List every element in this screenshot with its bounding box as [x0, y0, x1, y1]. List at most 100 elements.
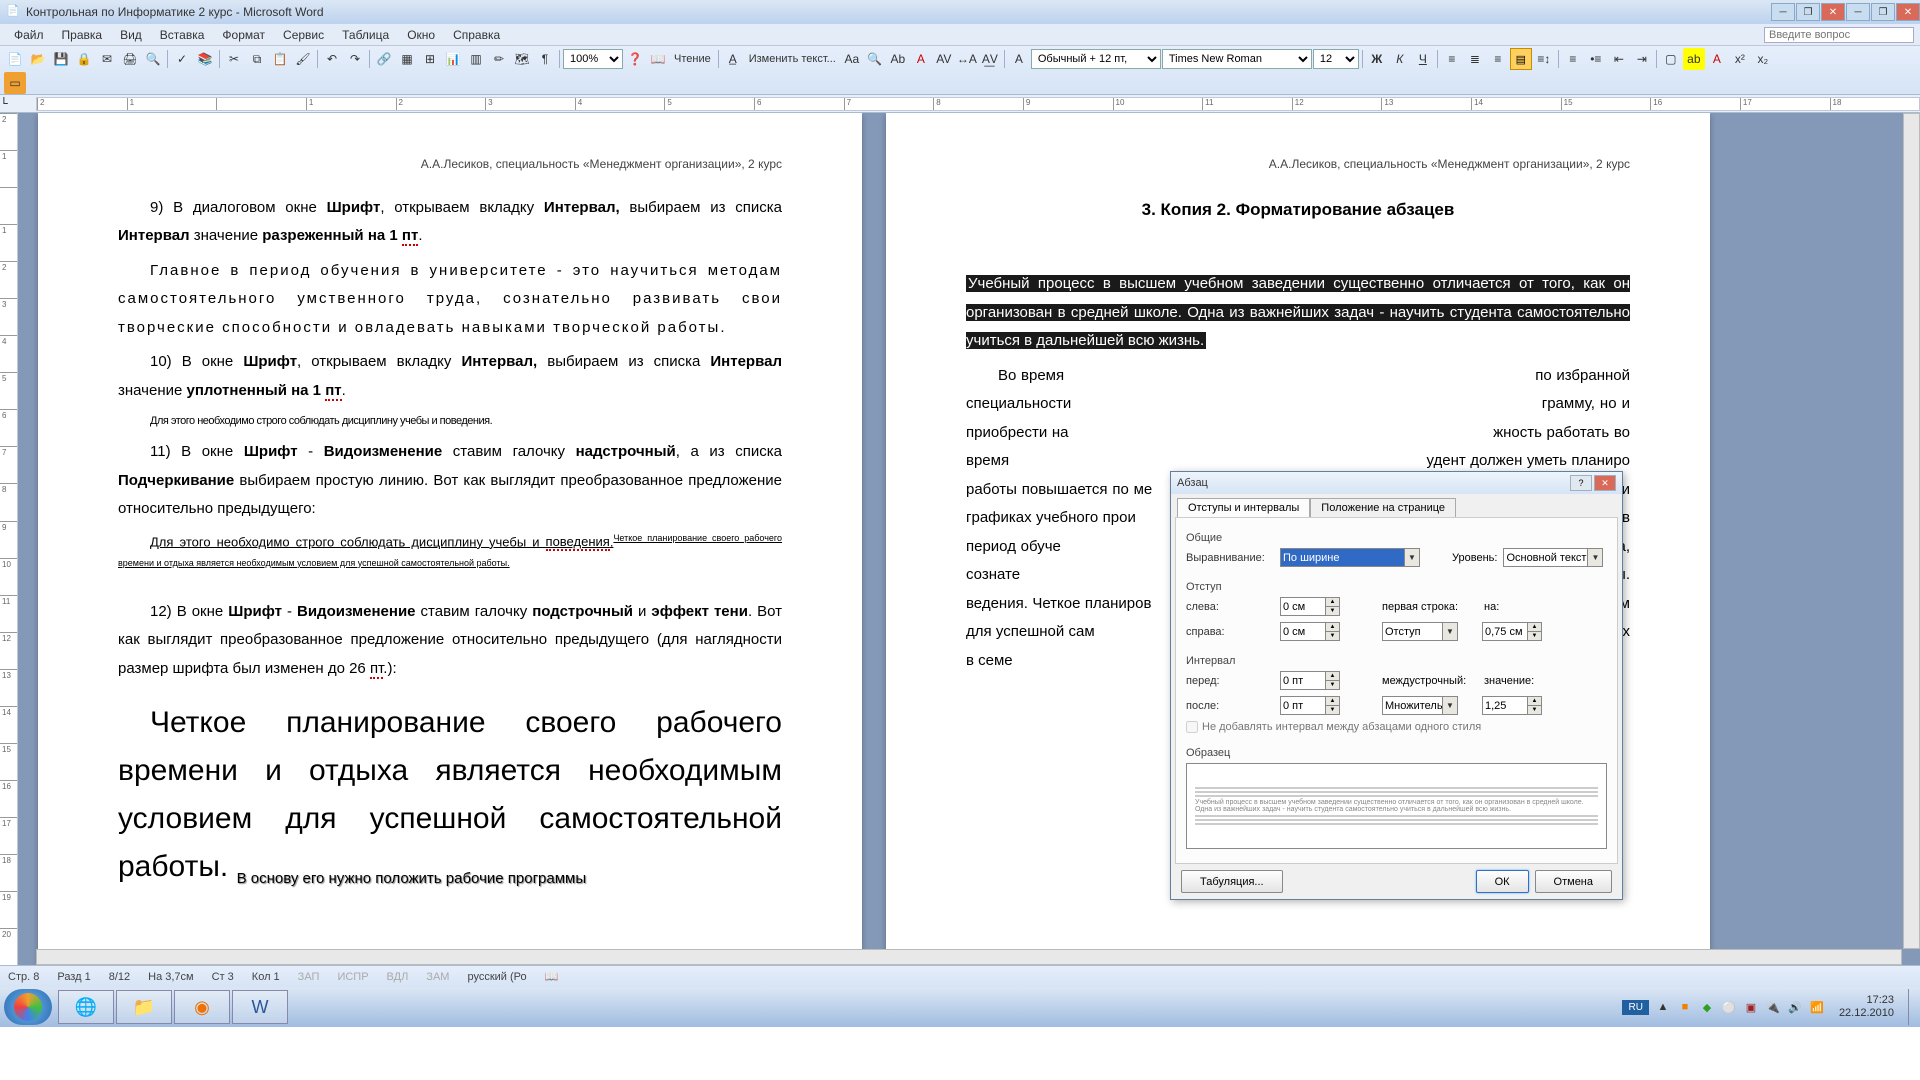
size-select[interactable]: 12 — [1313, 49, 1359, 69]
aa-icon[interactable]: A̲ — [722, 48, 744, 70]
tray-network-icon[interactable]: ⚪ — [1721, 999, 1737, 1015]
drawing-icon[interactable]: ✏ — [488, 48, 510, 70]
tray-net2-icon[interactable]: 📶 — [1809, 999, 1825, 1015]
decrease-indent-button[interactable]: ⇤ — [1608, 48, 1630, 70]
doc-minimize-button[interactable]: ─ — [1846, 3, 1870, 21]
menu-help[interactable]: Справка — [445, 26, 508, 44]
dialog-tab-position[interactable]: Положение на странице — [1310, 498, 1456, 517]
spelling-icon[interactable]: ✓ — [171, 48, 193, 70]
doc-close-button[interactable]: ✕ — [1896, 3, 1920, 21]
before-spinner[interactable]: 0 пт▲▼ — [1280, 671, 1340, 690]
minimize-button[interactable]: ─ — [1771, 3, 1795, 21]
page-left[interactable]: А.А.Лесиков, специальность «Менеджмент о… — [38, 113, 862, 965]
tray-volume-icon[interactable]: 🔊 — [1787, 999, 1803, 1015]
font-color-button[interactable]: A — [1706, 48, 1728, 70]
numbering-button[interactable]: ≡ — [1562, 48, 1584, 70]
font-select[interactable]: Times New Roman — [1162, 49, 1312, 69]
horizontal-ruler[interactable]: 21 123 456 789 101112 131415 161718 — [36, 97, 1920, 111]
kerning-icon[interactable]: AV — [933, 48, 955, 70]
char-scale-icon[interactable]: ↔A — [956, 48, 978, 70]
start-button[interactable] — [4, 989, 52, 1025]
task-explorer[interactable]: 📁 — [116, 990, 172, 1024]
align-right-button[interactable]: ≡ — [1487, 48, 1509, 70]
task-mail[interactable]: ◉ — [174, 990, 230, 1024]
hyperlink-icon[interactable]: 🔗 — [373, 48, 395, 70]
permission-icon[interactable]: 🔒 — [73, 48, 95, 70]
columns-icon[interactable]: ▥ — [465, 48, 487, 70]
ok-button[interactable]: ОК — [1476, 870, 1529, 893]
research-icon[interactable]: 📚 — [194, 48, 216, 70]
paste-icon[interactable]: 📋 — [269, 48, 291, 70]
italic-button[interactable]: К — [1389, 48, 1411, 70]
firstline-select[interactable]: Отступ▼ — [1382, 622, 1458, 641]
show-desktop-button[interactable] — [1908, 989, 1916, 1025]
ask-question-input[interactable] — [1764, 27, 1914, 43]
ab-icon[interactable]: Ab — [887, 48, 909, 70]
cut-icon[interactable]: ✂ — [223, 48, 245, 70]
print-icon[interactable]: 🖨 — [119, 48, 141, 70]
change-text-label[interactable]: Изменить текст... — [745, 53, 840, 65]
firstline-by-spinner[interactable]: 0,75 см▲▼ — [1482, 622, 1542, 641]
new-icon[interactable]: 📄 — [4, 48, 26, 70]
no-add-space-checkbox[interactable]: Не добавлять интервал между абзацами одн… — [1186, 721, 1607, 733]
find-icon[interactable]: 🔍 — [864, 48, 886, 70]
menu-view[interactable]: Вид — [112, 26, 150, 44]
char-spacing-icon[interactable]: A͟V — [979, 48, 1001, 70]
task-word[interactable]: W — [232, 990, 288, 1024]
redo-icon[interactable]: ↷ — [344, 48, 366, 70]
doc-restore-button[interactable]: ❐ — [1871, 3, 1895, 21]
tray-lang[interactable]: RU — [1622, 1000, 1648, 1015]
align-justify-button[interactable]: ▤ — [1510, 48, 1532, 70]
aa2-icon[interactable]: Aa — [841, 48, 863, 70]
document-scroll[interactable]: А.А.Лесиков, специальность «Менеджмент о… — [18, 113, 1920, 965]
linespacing-value-spinner[interactable]: 1,25▲▼ — [1482, 696, 1542, 715]
cancel-button[interactable]: Отмена — [1535, 870, 1612, 893]
docmap-icon[interactable]: 🗺 — [511, 48, 533, 70]
highlight-button[interactable]: ab — [1683, 48, 1705, 70]
zoom-select[interactable]: 100% — [563, 49, 623, 69]
bold-button[interactable]: Ж — [1366, 48, 1388, 70]
save-icon[interactable]: 💾 — [50, 48, 72, 70]
tray-device-icon[interactable]: ▣ — [1743, 999, 1759, 1015]
insert-table-icon[interactable]: ⊞ — [419, 48, 441, 70]
menu-tools[interactable]: Сервис — [275, 26, 332, 44]
tray-clock[interactable]: 17:23 22.12.2010 — [1831, 994, 1902, 1020]
level-select[interactable]: Основной текст▼ — [1503, 548, 1603, 567]
horizontal-scrollbar[interactable] — [36, 949, 1902, 965]
bullets-button[interactable]: •≡ — [1585, 48, 1607, 70]
menu-insert[interactable]: Вставка — [152, 26, 213, 44]
dialog-titlebar[interactable]: Абзац ? ✕ — [1171, 472, 1622, 494]
increase-indent-button[interactable]: ⇥ — [1631, 48, 1653, 70]
task-ie[interactable]: 🌐 — [58, 990, 114, 1024]
vertical-scrollbar[interactable] — [1903, 113, 1920, 949]
vertical-ruler[interactable]: 21 123 456 789 101112 131415 161718 1920 — [0, 113, 18, 965]
status-book-icon[interactable]: 📖 — [545, 970, 559, 983]
tray-flag-icon[interactable]: ▲ — [1655, 999, 1671, 1015]
menu-table[interactable]: Таблица — [334, 26, 397, 44]
underline-button[interactable]: Ч — [1412, 48, 1434, 70]
read-icon[interactable]: 📖 — [647, 48, 669, 70]
close-button[interactable]: ✕ — [1821, 3, 1845, 21]
alignment-select[interactable]: По ширине▼ — [1280, 548, 1420, 567]
tab-icon[interactable]: ▭ — [4, 72, 26, 94]
tray-monitor-icon[interactable]: 🔌 — [1765, 999, 1781, 1015]
line-spacing-button[interactable]: ≡↕ — [1533, 48, 1555, 70]
indent-right-spinner[interactable]: 0 см▲▼ — [1280, 622, 1340, 641]
menu-edit[interactable]: Правка — [54, 26, 111, 44]
menu-format[interactable]: Формат — [214, 26, 273, 44]
linespacing-select[interactable]: Множитель▼ — [1382, 696, 1458, 715]
tabs-button[interactable]: Табуляция... — [1181, 870, 1283, 893]
reading-label[interactable]: Чтение — [670, 53, 715, 65]
tray-action-icon[interactable]: ■ — [1677, 999, 1693, 1015]
style-a-icon[interactable]: A — [1008, 48, 1030, 70]
show-para-icon[interactable]: ¶ — [534, 48, 556, 70]
superscript-button[interactable]: x² — [1729, 48, 1751, 70]
format-painter-icon[interactable]: 🖌 — [292, 48, 314, 70]
copy-icon[interactable]: ⧉ — [246, 48, 268, 70]
tables-borders-icon[interactable]: ▦ — [396, 48, 418, 70]
subscript-button[interactable]: x₂ — [1752, 48, 1774, 70]
after-spinner[interactable]: 0 пт▲▼ — [1280, 696, 1340, 715]
font-color2-icon[interactable]: A — [910, 48, 932, 70]
style-select[interactable]: Обычный + 12 пт, — [1031, 49, 1161, 69]
help-icon[interactable]: ❓ — [624, 48, 646, 70]
